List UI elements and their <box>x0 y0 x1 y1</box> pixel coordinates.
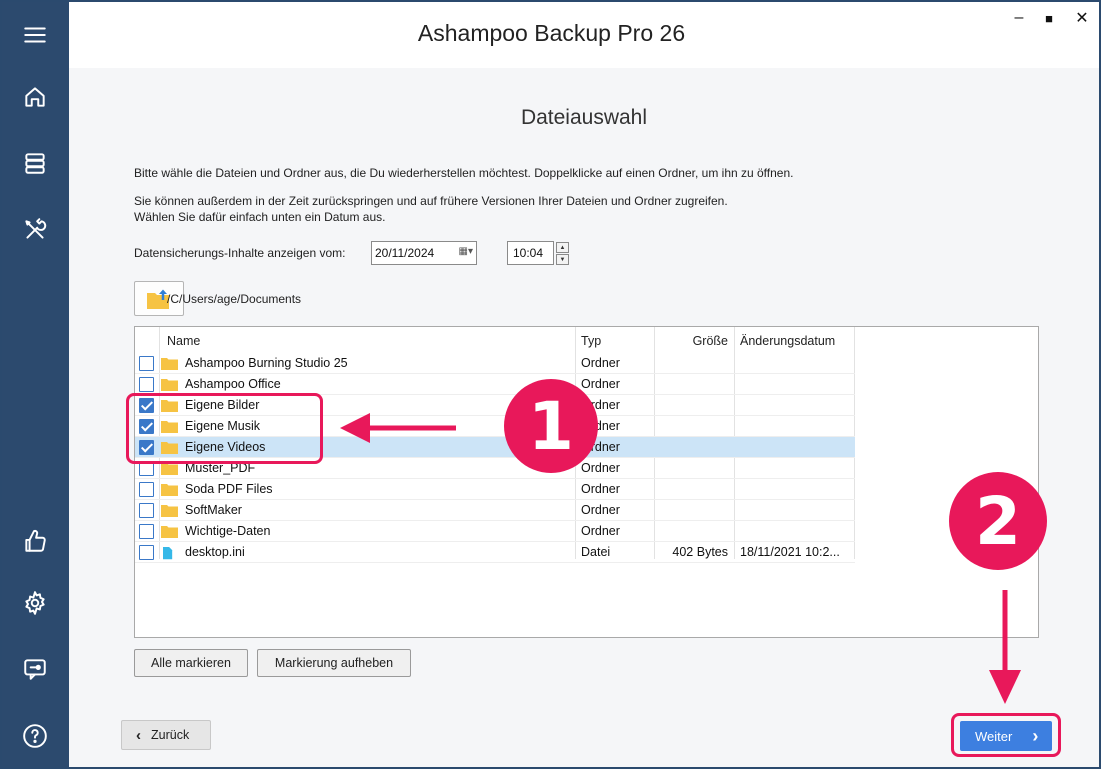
menu-icon[interactable] <box>20 20 50 50</box>
file-icon <box>163 547 173 560</box>
row-checkbox[interactable] <box>139 377 154 392</box>
file-table: Name Typ Größe Änderungsdatum Ashampoo B… <box>134 326 1039 638</box>
column-header-type[interactable]: Typ <box>581 334 601 348</box>
file-name: Soda PDF Files <box>185 482 273 496</box>
file-type: Datei <box>581 545 611 559</box>
select-all-button[interactable]: Alle markieren <box>134 649 248 677</box>
table-row[interactable]: Wichtige-Daten Ordner <box>135 521 855 542</box>
info-text-line2: Wählen Sie dafür einfach unten ein Datum… <box>134 210 386 224</box>
settings-icon[interactable] <box>20 588 50 618</box>
file-modified: 18/11/2021 10:2... <box>740 545 840 559</box>
column-header-name[interactable]: Name <box>167 334 200 348</box>
folder-icon <box>161 526 178 538</box>
date-label: Datensicherungs-Inhalte anzeigen vom: <box>134 246 346 260</box>
time-down-icon[interactable]: ▼ <box>556 254 569 265</box>
file-name: Ashampoo Burning Studio 25 <box>185 356 348 370</box>
calendar-dropdown-icon[interactable]: ▦▾ <box>459 246 473 257</box>
file-name: Ashampoo Office <box>185 377 281 391</box>
row-checkbox[interactable] <box>139 482 154 497</box>
table-row[interactable]: SoftMaker Ordner <box>135 500 855 521</box>
file-type: Ordner <box>581 356 620 370</box>
table-row[interactable]: desktop.ini Datei 402 Bytes 18/11/2021 10:2… <box>135 542 855 563</box>
page-title: Dateiauswahl <box>520 106 648 129</box>
file-type: Ordner <box>581 377 620 391</box>
annotation-highlight-next <box>951 713 1061 757</box>
row-checkbox[interactable] <box>139 524 154 539</box>
support-icon[interactable] <box>20 654 50 684</box>
folder-icon <box>161 358 178 370</box>
tools-icon[interactable] <box>20 215 50 245</box>
time-value: 10:04 <box>513 246 544 260</box>
time-up-icon[interactable]: ▲ <box>556 242 569 253</box>
row-checkbox[interactable] <box>139 356 154 371</box>
file-type: Ordner <box>581 482 620 496</box>
row-checkbox[interactable] <box>139 545 154 560</box>
thumbs-up-icon[interactable] <box>20 526 50 556</box>
back-button[interactable]: ‹ Zurück <box>121 720 211 750</box>
annotation-step-2: 2 <box>949 472 1047 570</box>
annotation-arrow-down-icon <box>989 590 1021 704</box>
sidebar <box>2 2 69 767</box>
annotation-arrow-left-icon <box>340 413 456 443</box>
table-row[interactable]: Ashampoo Office Ordner <box>135 374 855 395</box>
help-icon[interactable] <box>20 721 50 751</box>
row-checkbox[interactable] <box>139 503 154 518</box>
file-size: 402 Bytes <box>672 545 728 559</box>
file-type: Ordner <box>581 524 620 538</box>
back-label: Zurück <box>151 728 190 742</box>
folder-icon <box>161 379 178 391</box>
table-row[interactable]: Soda PDF Files Ordner <box>135 479 855 500</box>
column-header-size[interactable]: Größe <box>654 334 728 348</box>
file-name: desktop.ini <box>185 545 245 559</box>
date-value: 20/11/2024 <box>375 246 435 260</box>
annotation-step-1: 1 <box>504 379 598 473</box>
table-row[interactable]: Ashampoo Burning Studio 25 Ordner <box>135 353 855 374</box>
close-button[interactable]: ✕ <box>1072 8 1092 28</box>
app-window: Ashampoo Backup Pro 26 – ■ ✕ Dateiauswah… <box>0 0 1101 769</box>
deselect-all-button[interactable]: Markierung aufheben <box>257 649 411 677</box>
column-header-modified[interactable]: Änderungsdatum <box>740 334 835 348</box>
chevron-left-icon: ‹ <box>136 726 141 744</box>
folder-icon <box>161 505 178 517</box>
maximize-button[interactable]: ■ <box>1039 8 1059 28</box>
file-name: SoftMaker <box>185 503 242 517</box>
time-field[interactable]: 10:04 <box>507 241 554 265</box>
file-type: Ordner <box>581 503 620 517</box>
date-field[interactable]: 20/11/2024 ▦▾ <box>371 241 477 265</box>
current-path: /C/Users/age/Documents <box>167 292 302 306</box>
folder-icon <box>161 484 178 496</box>
minimize-button[interactable]: – <box>1009 8 1029 28</box>
intro-text: Bitte wähle die Dateien und Ordner aus, … <box>134 166 794 180</box>
annotation-highlight-rows <box>126 393 323 464</box>
home-icon[interactable] <box>20 82 50 112</box>
file-name: Wichtige-Daten <box>185 524 271 538</box>
info-text-line1: Sie können außerdem in der Zeit zurücksp… <box>134 194 728 208</box>
title-bar: Ashampoo Backup Pro 26 – ■ ✕ <box>69 2 1099 68</box>
file-type: Ordner <box>581 461 620 475</box>
storage-icon[interactable] <box>20 148 50 178</box>
app-title: Ashampoo Backup Pro 26 <box>417 20 686 46</box>
